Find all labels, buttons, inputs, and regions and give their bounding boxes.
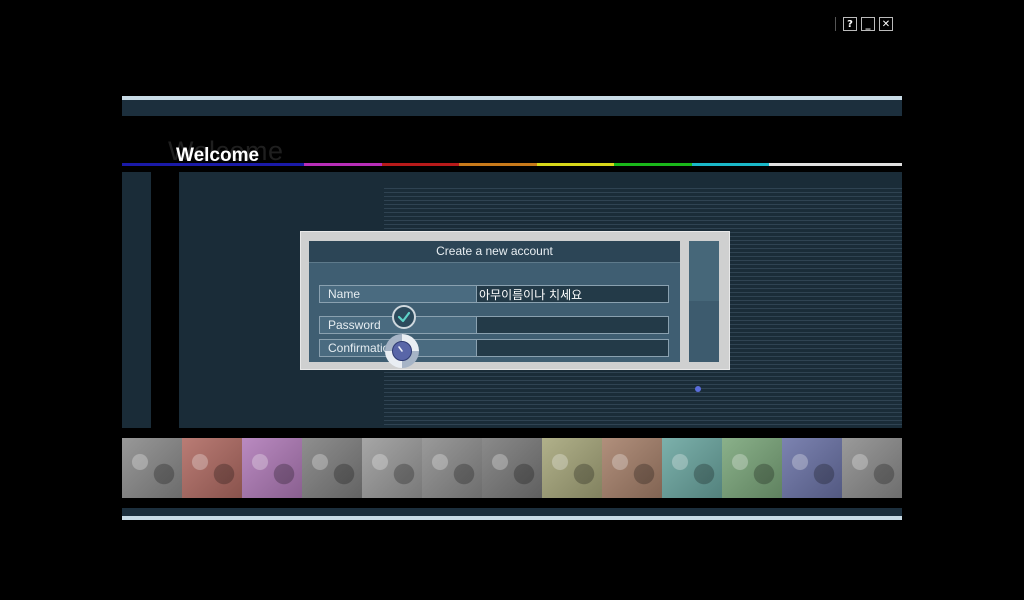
dialog-body: Create a new account Name Password Confi… [309,241,680,362]
photo-tile [362,438,422,498]
photo-tile [122,438,182,498]
create-account-dialog: Create a new account Name Password Confi… [300,231,730,370]
dial-icon [392,341,412,361]
photo-tile [182,438,242,498]
rainbow-segment [304,163,382,166]
photo-tile [602,438,662,498]
photo-tile [422,438,482,498]
photo-tile [242,438,302,498]
rainbow-segment [459,163,537,166]
password-row: Password [319,316,669,334]
rainbow-segment [537,163,614,166]
rainbow-segment [122,163,212,166]
photo-tile [302,438,362,498]
rainbow-segment [212,163,304,166]
rainbow-segment [382,163,459,166]
bottom-band [122,508,902,516]
photo-strip [122,438,902,498]
help-button[interactable]: ? [843,17,857,31]
confirmation-row: Confirmation [319,339,669,357]
dialog-side-bar [689,241,719,362]
password-field[interactable] [477,316,669,334]
photo-tile [842,438,902,498]
top-band [122,100,902,116]
photo-tile [662,438,722,498]
confirmation-field[interactable] [477,339,669,357]
dialog-side-top [689,241,719,301]
close-button[interactable]: ✕ [879,17,893,31]
photo-tile [722,438,782,498]
bottom-accent-line [122,516,902,520]
name-row: Name [319,285,669,303]
name-label: Name [319,285,477,303]
rainbow-segment [614,163,692,166]
rainbow-segment [692,163,769,166]
checkmark-icon [397,311,411,323]
photo-tile [782,438,842,498]
photo-tile [482,438,542,498]
indicator-dot [695,386,701,392]
rainbow-divider [122,163,902,166]
dialog-header: Create a new account [309,241,680,263]
left-column [122,172,151,428]
window-controls-separator [835,17,836,31]
confirm-button[interactable] [392,305,416,329]
name-field[interactable] [477,285,669,303]
minimize-button[interactable]: _ [861,17,875,31]
dial-button[interactable] [385,334,419,368]
photo-tile [542,438,602,498]
window-controls: ? _ ✕ [835,17,893,31]
rainbow-segment [769,163,902,166]
